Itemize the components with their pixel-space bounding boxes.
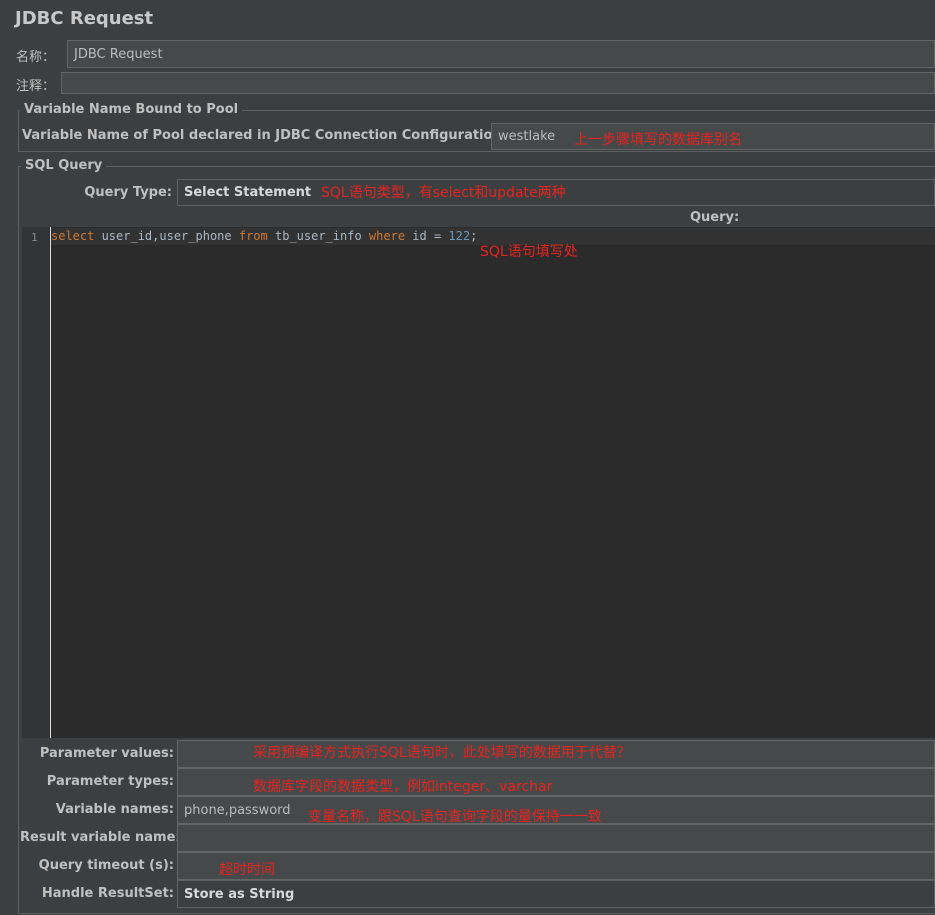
parameter-types-label: Parameter types: [46,774,174,789]
sql-number: 122 [448,229,471,243]
query-label: Query: [690,210,740,225]
query-timeout-annotation: 超时时间 [219,862,275,878]
parameter-types-annotation: 数据库字段的数据类型，例如integer、varchar [253,779,553,795]
line-number: 1 [31,231,38,244]
sql-query-group-title: SQL Query [21,158,107,173]
handle-resultset-label: Handle ResultSet: [41,886,174,901]
variable-names-label: Variable names: [55,802,174,817]
pool-annotation: 上一步骤填写的数据库别名 [574,132,742,148]
parameter-values-annotation: 采用预编译方式执行SQL语句时，此处填写的数据用于代替？ [253,745,631,761]
parameter-values-label: Parameter values: [39,746,174,761]
sql-table: tb_user_info [267,229,369,243]
page-title: JDBC Request [15,8,154,29]
sql-editor[interactable] [22,227,935,738]
sql-keyword-from: from [238,229,268,243]
sql-fields: user_id,user_phone [94,229,239,243]
name-input[interactable]: JDBC Request [67,40,935,68]
editor-gutter [22,227,51,738]
sql-editor-annotation: SQL语句填写处 [480,244,578,260]
sql-keyword-where: where [368,229,406,243]
pool-name-label: Variable Name of Pool declared in JDBC C… [22,128,507,143]
variable-names-annotation: 变量名称，跟SQL语句查询字段的量保持一一致 [308,809,602,825]
query-timeout-input[interactable] [177,852,935,880]
comment-input[interactable] [61,72,935,94]
handle-resultset-select[interactable]: Store as String [177,880,935,908]
result-variable-name-input[interactable] [177,824,935,852]
sql-code-line[interactable]: select user_id,user_phone from tb_user_i… [51,229,477,243]
sql-terminator: ; [470,229,478,243]
sql-keyword-select: select [51,229,95,243]
query-type-annotation: SQL语句类型，有select和update两种 [321,185,566,201]
comment-label: 注释： [16,79,56,94]
query-timeout-label: Query timeout (s): [38,858,174,873]
query-type-label: Query Type: [84,185,172,200]
name-label: 名称： [16,50,56,65]
result-variable-name-label: Result variable name: [20,830,181,845]
sql-condition: id = [405,229,449,243]
pool-group-title: Variable Name Bound to Pool [20,102,243,117]
